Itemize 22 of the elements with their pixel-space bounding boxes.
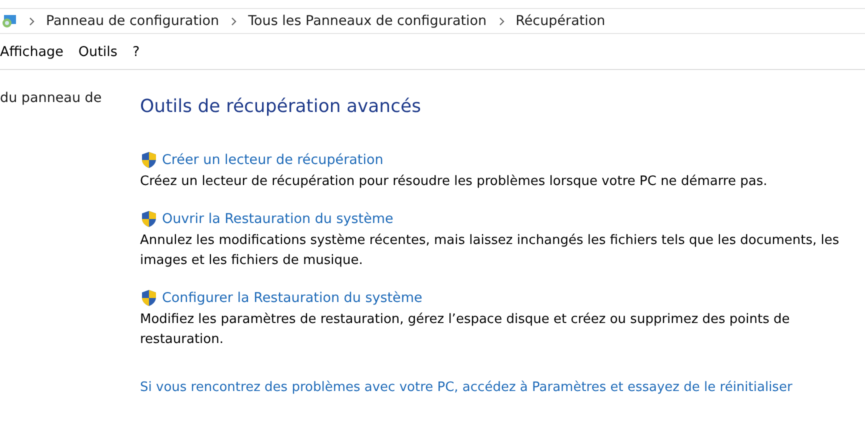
- sidebar-link[interactable]: du panneau de: [0, 90, 102, 106]
- tool-link[interactable]: Configurer la Restauration du système: [162, 290, 422, 306]
- chevron-icon: [29, 16, 35, 26]
- shield-icon: [140, 289, 158, 307]
- section-heading: Outils de récupération avancés: [140, 96, 422, 117]
- breadcrumb-item[interactable]: Tous les Panneaux de configuration: [248, 13, 487, 29]
- tool-description: Modifiez les paramètres de restauration, gérez l’espace disque et créez ou supprimez des points de restauration.: [140, 311, 791, 349]
- shield-icon: [140, 210, 158, 228]
- tool-description: Annulez les modifications système récentes, mais laissez inchangés les fichiers tels que les documents, les images et les fichiers de musique.: [140, 232, 840, 270]
- chevron-icon: [498, 16, 505, 26]
- chevron-icon: [231, 16, 238, 26]
- tool-description: Créez un lecteur de récupération pour résoudre les problèmes lorsque votre PC ne démarre pas.: [140, 173, 768, 191]
- breadcrumb-item[interactable]: Panneau de configuration: [46, 13, 220, 29]
- breadcrumb-item[interactable]: Récupération: [516, 13, 606, 29]
- shield-icon: [140, 151, 158, 169]
- menu-item[interactable]: Outils: [78, 44, 118, 60]
- tool-link[interactable]: Ouvrir la Restauration du système: [162, 211, 394, 227]
- menu-item[interactable]: Affichage: [0, 44, 64, 60]
- tool-link[interactable]: Créer un lecteur de récupération: [162, 152, 384, 168]
- control-panel-icon[interactable]: [1, 14, 17, 28]
- menu-item[interactable]: ?: [132, 44, 140, 60]
- reset-link[interactable]: Si vous rencontrez des problèmes avec votre PC, accédez à Paramètres et essayez de le réinitialiser: [140, 380, 792, 395]
